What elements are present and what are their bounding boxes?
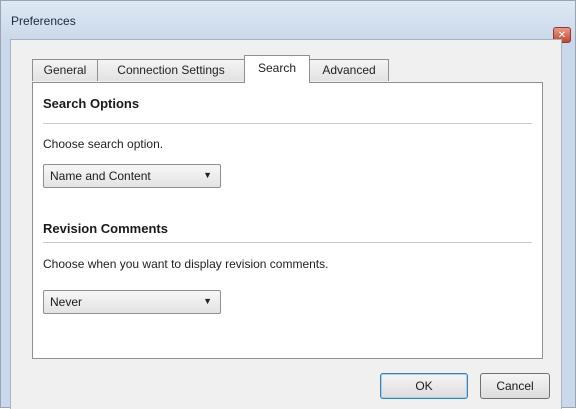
title-bar[interactable]: Preferences ✕ (1, 1, 575, 43)
search-option-selected: Name and Content (50, 169, 151, 183)
chevron-down-icon: ▼ (203, 170, 212, 180)
search-options-description: Choose search option. (43, 137, 164, 151)
revision-comments-heading: Revision Comments (43, 221, 168, 236)
ok-button[interactable]: OK (380, 373, 468, 399)
revision-comments-dropdown[interactable]: Never ▼ (43, 290, 221, 314)
cancel-button[interactable]: Cancel (480, 373, 550, 399)
revision-comments-divider (43, 242, 532, 243)
revision-comments-selected: Never (50, 295, 83, 309)
window-title: Preferences (11, 14, 76, 28)
tab-connection-settings[interactable]: Connection Settings (97, 59, 245, 81)
dialog-body: General Connection Settings Search Advan… (10, 39, 562, 409)
search-options-divider (43, 123, 532, 124)
tab-general[interactable]: General (32, 59, 98, 81)
search-option-dropdown[interactable]: Name and Content ▼ (43, 164, 221, 188)
tab-search-label: Search (257, 61, 297, 75)
tab-advanced-label: Advanced (322, 63, 376, 77)
chevron-down-icon: ▼ (203, 296, 212, 306)
tab-connection-settings-label: Connection Settings (117, 63, 225, 77)
revision-comments-description: Choose when you want to display revision… (43, 257, 329, 271)
tab-general-label: General (43, 63, 87, 77)
tab-advanced[interactable]: Advanced (309, 59, 389, 81)
preferences-window: Preferences ✕ General Connection Setting… (0, 0, 576, 409)
tab-search[interactable]: Search (244, 55, 310, 83)
search-tab-panel: Search Options Choose search option. Nam… (32, 82, 543, 359)
search-options-heading: Search Options (43, 96, 140, 111)
